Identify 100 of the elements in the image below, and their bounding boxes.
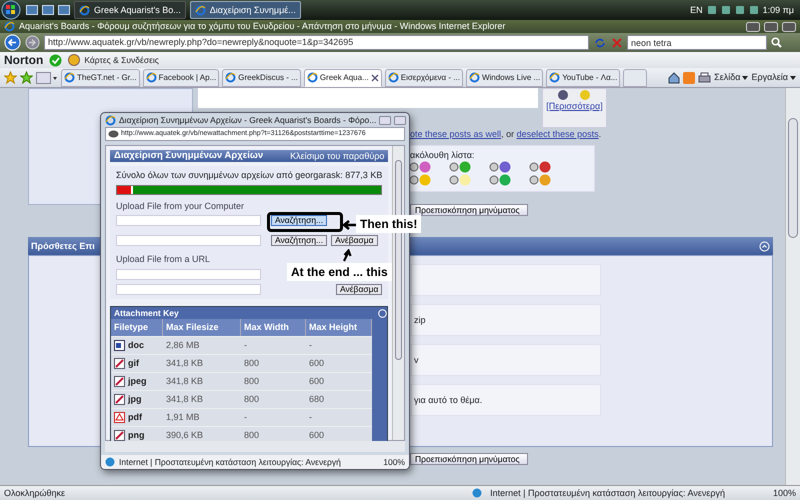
printer-icon[interactable] xyxy=(698,72,712,84)
table-cell: 800 xyxy=(244,394,260,404)
clock-text[interactable]: 1:09 πμ xyxy=(762,4,794,16)
minimize-button[interactable] xyxy=(379,116,392,125)
maximize-button[interactable] xyxy=(764,22,778,32)
globe-icon xyxy=(79,4,90,16)
file-field[interactable] xyxy=(116,215,261,226)
collapse-icon[interactable] xyxy=(759,240,770,252)
close-button[interactable] xyxy=(782,22,796,32)
tray-icon[interactable] xyxy=(706,5,717,15)
favorites-icon[interactable] xyxy=(4,71,17,84)
table-cell: - xyxy=(309,412,312,422)
table-cell: 800 xyxy=(244,376,260,386)
pdf-file-icon xyxy=(114,412,125,424)
minimize-button[interactable] xyxy=(746,22,760,32)
tray-icon[interactable] xyxy=(720,5,731,15)
taskbar-button[interactable]: Greek Aquarist's Bo... xyxy=(74,1,186,19)
preview-button[interactable]: Προεπισκόπηση μηνύματος xyxy=(410,204,528,216)
browser-tab[interactable]: TheGT.net - Gr... xyxy=(61,68,140,86)
table-cell: 341,8 KB xyxy=(166,376,204,386)
add-favorite-icon[interactable] xyxy=(20,71,33,84)
browser-tab[interactable]: Facebook | Ap... xyxy=(142,68,220,86)
annotation-text: Then this! xyxy=(356,215,422,234)
table-cell: - xyxy=(309,340,312,350)
maximize-button[interactable] xyxy=(394,116,406,125)
browser-tab[interactable]: GreekDiscus - ... xyxy=(222,68,301,86)
table-cell: 390,6 KB xyxy=(166,430,204,440)
quick-tabs-icon[interactable] xyxy=(36,72,58,84)
globe-icon xyxy=(225,72,236,83)
globe-icon xyxy=(64,72,75,83)
table-cell: 600 xyxy=(309,358,324,368)
column-header: Max Width xyxy=(241,319,306,336)
back-button[interactable] xyxy=(4,34,21,51)
caret-icon xyxy=(790,76,796,80)
toolbar-button[interactable]: Κάρτες & Συνδέσεις xyxy=(68,54,159,66)
quote-link[interactable]: ote these posts as well xyxy=(410,129,502,139)
globe-icon xyxy=(105,114,116,126)
zoom-level[interactable]: 100% xyxy=(772,488,796,498)
quick-launch-icon[interactable] xyxy=(58,5,70,15)
language-indicator[interactable]: EN xyxy=(690,4,703,16)
close-tab-icon[interactable] xyxy=(370,74,379,82)
quick-launch-icon[interactable] xyxy=(26,5,38,15)
toolbar-brand[interactable]: Norton xyxy=(4,52,44,68)
security-zone-text: Internet | Προστατευμένη κατάσταση λειτουργίας: Ανενεργή xyxy=(490,488,725,498)
checkmark-icon[interactable] xyxy=(49,54,62,66)
new-tab-button[interactable] xyxy=(623,68,648,86)
table-cell: jpeg xyxy=(128,376,147,388)
preview-button[interactable]: Προεπισκόπηση μηνύματος xyxy=(410,453,528,465)
table-cell: 800 xyxy=(244,430,260,440)
status-text: Ολοκληρώθηκε xyxy=(4,488,66,498)
browser-tab[interactable]: Greek Aqua... xyxy=(304,68,382,86)
window-title: Aquarist's Boards - Φόρουμ συζητήσεων για το χόμπυ του Ενυδρείου - Απάντηση στο μήνυμα - Windows Internet Explorer xyxy=(19,21,506,32)
forward-button[interactable] xyxy=(25,35,40,50)
globe-icon xyxy=(306,72,318,83)
close-window-link[interactable]: Κλείσιμο του παραθύρο xyxy=(290,150,384,162)
browse-button[interactable]: Αναζήτηση... xyxy=(271,215,328,226)
url-field[interactable] xyxy=(116,269,261,280)
start-button[interactable] xyxy=(0,0,22,20)
file-field[interactable] xyxy=(116,235,261,246)
quote-link[interactable]: deselect these posts xyxy=(516,129,599,139)
table-cell: 800 xyxy=(244,358,260,368)
taskbar-button[interactable]: Διαχείριση Συνημμέ... xyxy=(190,1,301,19)
upload-button[interactable]: Ανέβασμα xyxy=(336,284,382,296)
option-text: για αυτό το θέμα. xyxy=(414,394,482,406)
search-icon[interactable] xyxy=(771,37,782,48)
browser-tab[interactable]: YouTube - Λα... xyxy=(546,68,620,86)
menu-button[interactable]: Σελίδα xyxy=(714,70,748,84)
address-field[interactable]: http://www.aquatek.gr/vb/newreply.php?do=newreply&noquote=1&p=342695 xyxy=(44,35,589,50)
table-cell: 1,91 MB xyxy=(166,412,200,422)
image-file-icon xyxy=(114,394,125,406)
search-field[interactable]: neon tetra xyxy=(627,35,767,50)
zoom-level[interactable]: 100% xyxy=(383,456,405,468)
globe-icon xyxy=(146,72,157,83)
arrow-icon xyxy=(341,249,353,262)
usage-text: Σύνολο όλων των συνημμένων αρχείων από georgarask: 877,3 KB xyxy=(116,170,382,181)
refresh-icon[interactable] xyxy=(593,36,607,48)
tray-icon[interactable] xyxy=(748,5,759,15)
menu-button[interactable]: Εργαλεία xyxy=(751,70,796,84)
browser-tab[interactable]: Windows Live ... xyxy=(466,68,544,86)
table-cell: pdf xyxy=(128,412,142,424)
option-text: v xyxy=(414,354,418,366)
home-icon[interactable] xyxy=(668,72,680,84)
upload-button[interactable]: Ανέβασμα xyxy=(331,235,378,246)
table-cell: 600 xyxy=(309,376,324,386)
annotation-text: At the end ... this xyxy=(287,263,392,282)
browser-tab[interactable]: Εισερχόμενα - ... xyxy=(384,68,463,86)
browse-button[interactable]: Αναζήτηση... xyxy=(271,235,328,246)
url-field[interactable] xyxy=(116,284,261,296)
scrollbar[interactable] xyxy=(785,88,800,485)
table-title: Attachment Key xyxy=(113,307,180,320)
quick-launch-icon[interactable] xyxy=(42,5,54,15)
table-cell: doc xyxy=(128,340,144,352)
post-icons-label: ακόλουθη λίστα: xyxy=(410,150,476,161)
collapse-icon[interactable] xyxy=(378,308,388,318)
scrollbar[interactable] xyxy=(105,441,405,452)
table-cell: gif xyxy=(128,358,139,370)
globe-icon xyxy=(388,72,399,83)
tray-icon[interactable] xyxy=(734,5,745,15)
table-cell: 341,8 KB xyxy=(166,358,204,368)
more-smilies-link[interactable]: [Περισσότερα] xyxy=(546,101,603,112)
